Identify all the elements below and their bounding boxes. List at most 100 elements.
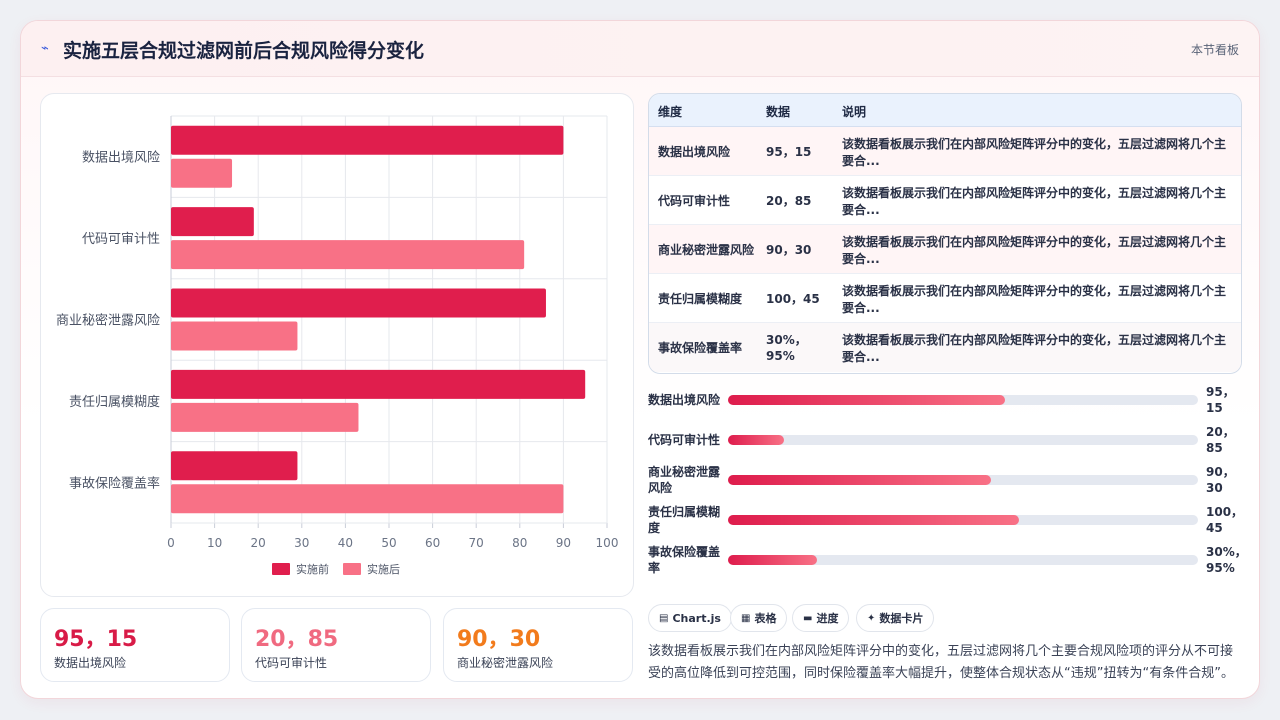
data-card-pill[interactable]: ✦ 数据卡片 — [856, 604, 935, 632]
table-icon: ▦ — [741, 612, 751, 624]
table-row: 数据出境风险 95，15 该数据看板展示我们在内部风险矩阵评分中的变化，五层过滤… — [649, 127, 1241, 176]
stat-label: 代码可审计性 — [255, 656, 328, 670]
progress-label: 代码可审计性 — [648, 433, 721, 447]
bar-chart: 0 10 20 30 40 50 60 70 80 90 100 数据出境风险代码可审计性商业秘密泄露… — [56, 115, 619, 576]
x-tick-label: 80 — [512, 536, 527, 550]
stat-card: 20，85 代码可审计性 — [241, 608, 431, 682]
bar-after — [171, 158, 233, 188]
bar-before — [171, 451, 298, 481]
table-cell-dimension: 商业秘密泄露风险 — [658, 242, 755, 257]
header-bar: ⌁ 实施五层合规过滤网前后合规风险得分变化 本节看板 — [21, 21, 1259, 77]
progress-icon: ▬ — [803, 612, 813, 624]
y-category-label: 数据出境风险 — [82, 151, 160, 166]
stat-value: 20，85 — [255, 627, 339, 652]
stat-card: 95，15 数据出境风险 — [40, 608, 230, 682]
table-header-cell: 说明 — [842, 105, 867, 119]
x-tick-label: 100 — [596, 536, 619, 550]
bar-before — [171, 288, 546, 318]
progress-value: 90，30 — [1206, 465, 1235, 495]
data-table: 维度 数据 说明 数据出境风险 95，15 该数据看板展示我们在内部风险矩阵评分… — [648, 93, 1242, 374]
x-tick-label: 40 — [338, 536, 353, 550]
dashboard-board: ⌁ 实施五层合规过滤网前后合规风险得分变化 本节看板 0 10 20 30 40 50 60… — [20, 20, 1260, 699]
x-tick-label: 90 — [556, 536, 571, 550]
progress-pill[interactable]: ▬ 进度 — [792, 604, 850, 632]
table-pill[interactable]: ▦ 表格 — [730, 604, 788, 632]
table-cell-data: 30%，95% — [766, 332, 807, 363]
progress-value: 100，45 — [1206, 505, 1244, 535]
progress-track — [728, 395, 1198, 405]
progress-label: 责任归属模糊度 — [648, 505, 721, 535]
bar-after — [171, 321, 298, 351]
pill-label: 进度 — [816, 612, 839, 625]
progress-row: 责任归属模糊度 100，45 — [648, 502, 1244, 538]
y-category-label: 责任归属模糊度 — [69, 394, 160, 410]
progress-row: 代码可审计性 20，85 — [648, 422, 1242, 458]
bar-chart-card: 0 10 20 30 40 50 60 70 80 90 100 数据出境风险 代码可审计性 商业秘密泄露… — [40, 93, 634, 597]
section-tag: 本节看板 — [1190, 43, 1239, 57]
stat-value: 90，30 — [457, 627, 541, 652]
x-tick-label: 60 — [425, 536, 440, 550]
x-tick-label: 10 — [207, 536, 222, 550]
table-cell-data: 90，30 — [766, 242, 812, 257]
table-cell-description: 该数据看板展示我们在内部风险矩阵评分中的变化，五层过滤网将几个主要合... — [842, 284, 1227, 315]
table-cell-data: 95，15 — [766, 144, 812, 159]
progress-fill — [728, 515, 1020, 525]
progress-row: 数据出境风险 95，15 — [648, 382, 1242, 418]
table-cell-description: 该数据看板展示我们在内部风险矩阵评分中的变化，五层过滤网将几个主要合... — [842, 137, 1227, 168]
progress-fill — [728, 475, 992, 485]
x-tick-label: 50 — [381, 536, 396, 550]
description-text: 该数据看板展示我们在内部风险矩阵评分中的变化，五层过滤网将几个主要合规风险项的评… — [648, 644, 1234, 681]
bar-after — [171, 402, 359, 432]
pill-label: 数据卡片 — [879, 612, 924, 625]
stat-label: 数据出境风险 — [54, 656, 127, 670]
progress-track — [728, 435, 1198, 445]
bar-before — [171, 369, 586, 399]
table-cell-dimension: 责任归属模糊度 — [658, 291, 743, 306]
table-row: 商业秘密泄露风险 90，30 该数据看板展示我们在内部风险矩阵评分中的变化，五层… — [649, 225, 1241, 274]
stat-card: 90，30 商业秘密泄露风险 — [443, 608, 633, 682]
progress-fill — [728, 395, 1006, 405]
bar-before — [171, 125, 564, 155]
progress-value: 95，15 — [1206, 385, 1235, 415]
table-cell-data: 20，85 — [766, 193, 812, 208]
progress-track — [728, 515, 1198, 525]
table-header-cell: 维度 — [658, 105, 683, 119]
table-cell-description: 该数据看板展示我们在内部风险矩阵评分中的变化，五层过滤网将几个主要合... — [842, 333, 1227, 364]
x-tick-label: 0 — [167, 536, 175, 550]
table-cell-data: 100，45 — [766, 291, 820, 306]
stat-value: 95，15 — [54, 627, 138, 652]
x-tick-label: 70 — [469, 536, 484, 550]
table-cell-description: 该数据看板展示我们在内部风险矩阵评分中的变化，五层过滤网将几个主要合... — [842, 186, 1227, 217]
table-cell-dimension: 数据出境风险 — [658, 144, 731, 159]
sparkline-icon: ⌁ — [41, 41, 49, 56]
progress-track — [728, 555, 1198, 565]
table-cell-description: 该数据看板展示我们在内部风险矩阵评分中的变化，五层过滤网将几个主要合... — [842, 235, 1227, 266]
table-row: 事故保险覆盖率 30%，95% 该数据看板展示我们在内部风险矩阵评分中的变化，五… — [649, 323, 1241, 372]
progress-fill — [728, 555, 818, 565]
pill-label: 表格 — [754, 612, 777, 625]
progress-value: 30%，95% — [1206, 545, 1247, 575]
table-header: 维度 数据 说明 — [649, 94, 1241, 127]
x-tick-label: 20 — [251, 536, 266, 550]
bar-after — [171, 484, 564, 514]
progress-value: 20，85 — [1206, 425, 1235, 455]
legend-label: 实施后 — [367, 562, 400, 576]
progress-label: 事故保险覆盖率 — [648, 545, 721, 575]
progress-fill — [728, 435, 785, 445]
stat-label: 商业秘密泄露风险 — [457, 656, 554, 670]
table-header-cell: 数据 — [766, 105, 791, 119]
legend-swatch — [272, 563, 290, 575]
page-title: 实施五层合规过滤网前后合规风险得分变化 — [63, 40, 425, 62]
chartjs-pill[interactable]: ▤ Chart.js — [648, 604, 732, 632]
bar-before — [171, 207, 254, 237]
table-row: 责任归属模糊度 100，45 该数据看板展示我们在内部风险矩阵评分中的变化，五层… — [649, 274, 1241, 323]
table-cell-dimension: 事故保险覆盖率 — [658, 340, 743, 355]
legend-label: 实施前 — [296, 562, 329, 576]
progress-row: 事故保险覆盖率 30%，95% — [648, 542, 1247, 578]
chart-icon: ▤ — [659, 612, 669, 624]
progress-track — [728, 475, 1198, 485]
x-tick-label: 30 — [294, 536, 309, 550]
table-cell-dimension: 代码可审计性 — [658, 193, 731, 208]
progress-row: 商业秘密泄露风险 90，30 — [648, 462, 1242, 498]
bar-after — [171, 240, 525, 270]
